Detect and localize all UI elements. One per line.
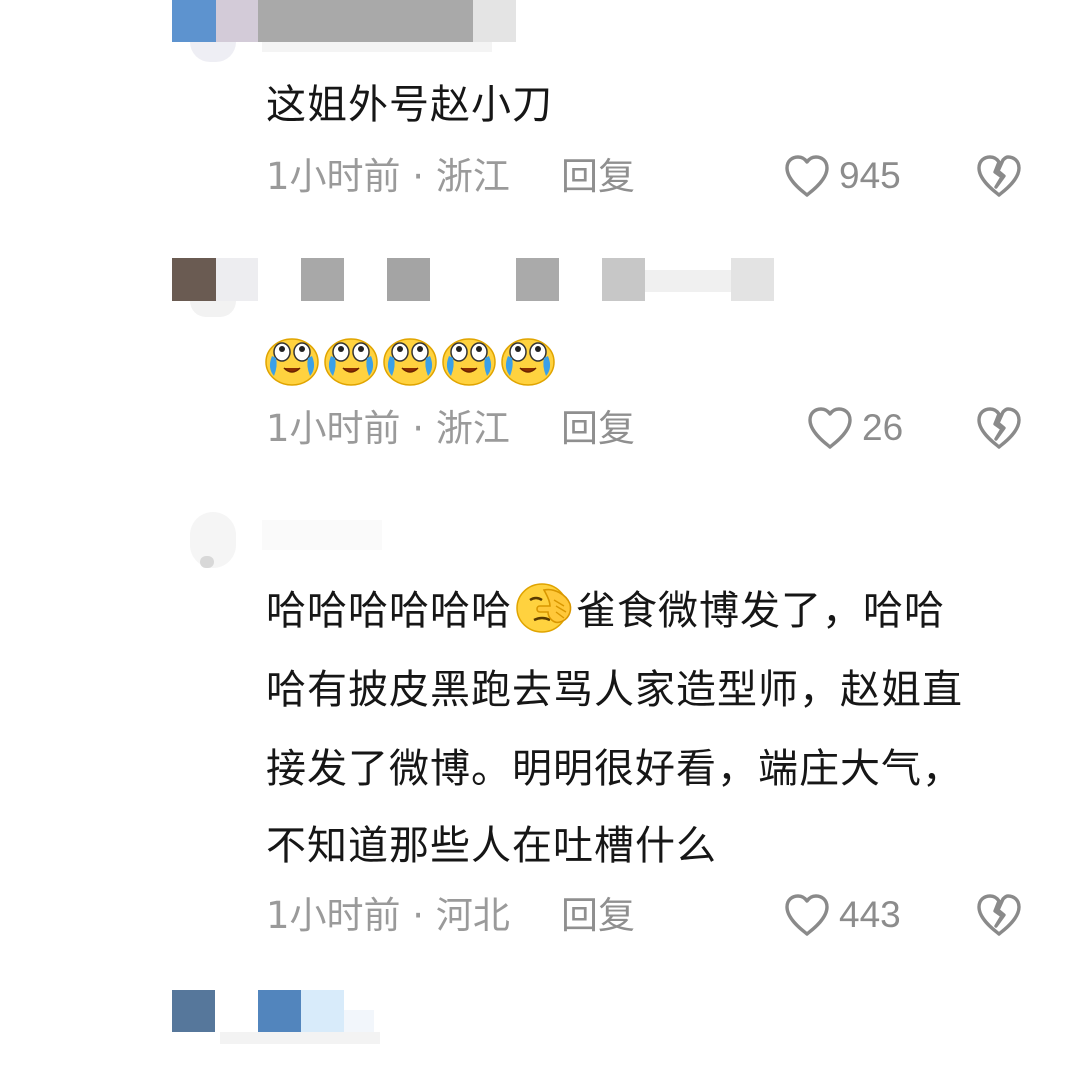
broken-heart-icon[interactable] xyxy=(975,892,1023,938)
comment-time: 1小时前 xyxy=(266,155,401,198)
reply-button[interactable]: 回复 xyxy=(561,155,635,199)
comment-text-segment: 雀食微博发了，哈哈 xyxy=(576,588,945,634)
like-button[interactable]: 945 xyxy=(783,153,901,199)
crying-laughing-emoji-icon xyxy=(442,338,496,386)
comment-text-line: 不知道那些人在吐槽什么 xyxy=(266,823,717,869)
heart-outline-icon xyxy=(808,407,852,449)
comment-meta: 1小时前 · 浙江 xyxy=(266,155,510,199)
comment-text-line: 哈有披皮黑跑去骂人家造型师，赵姐直 xyxy=(266,667,963,713)
like-count: 26 xyxy=(862,407,904,448)
crying-laughing-emoji-icon xyxy=(383,338,437,386)
meta-separator: · xyxy=(400,407,436,450)
comment-meta: 1小时前 · 河北 xyxy=(266,894,510,938)
broken-heart-icon[interactable] xyxy=(975,153,1023,199)
comment-text-line: 接发了微博。明明很好看，端庄大气， xyxy=(266,746,963,792)
meta-separator: · xyxy=(400,155,436,198)
comment-text-line: 哈哈哈哈哈哈 雀食微博发了，哈哈 xyxy=(266,573,945,650)
like-count: 945 xyxy=(839,155,901,196)
crying-laughing-emoji-icon xyxy=(265,338,319,386)
meta-separator: · xyxy=(400,894,436,937)
comment-time: 1小时前 xyxy=(266,894,401,937)
reply-button[interactable]: 回复 xyxy=(561,894,635,938)
comment-text: 这姐外号赵小刀 xyxy=(266,82,553,128)
crying-laughing-emoji-icon xyxy=(324,338,378,386)
emoji-row xyxy=(264,332,556,388)
like-button[interactable]: 26 xyxy=(806,405,903,451)
comment-location: 河北 xyxy=(435,894,510,937)
comment-location: 浙江 xyxy=(435,155,510,198)
comment-location: 浙江 xyxy=(435,407,510,450)
heart-outline-icon xyxy=(785,894,829,936)
heart-outline-icon xyxy=(785,155,829,197)
broken-heart-icon[interactable] xyxy=(975,405,1023,451)
like-button[interactable]: 443 xyxy=(783,892,901,938)
crying-laughing-emoji-icon xyxy=(501,338,555,386)
comment-meta: 1小时前 · 浙江 xyxy=(266,407,510,451)
comment-time: 1小时前 xyxy=(266,407,401,450)
facepalm-emoji-icon xyxy=(516,583,572,633)
comment-text-segment: 哈哈哈哈哈哈 xyxy=(266,588,512,634)
like-count: 443 xyxy=(839,894,901,935)
reply-button[interactable]: 回复 xyxy=(561,407,635,451)
